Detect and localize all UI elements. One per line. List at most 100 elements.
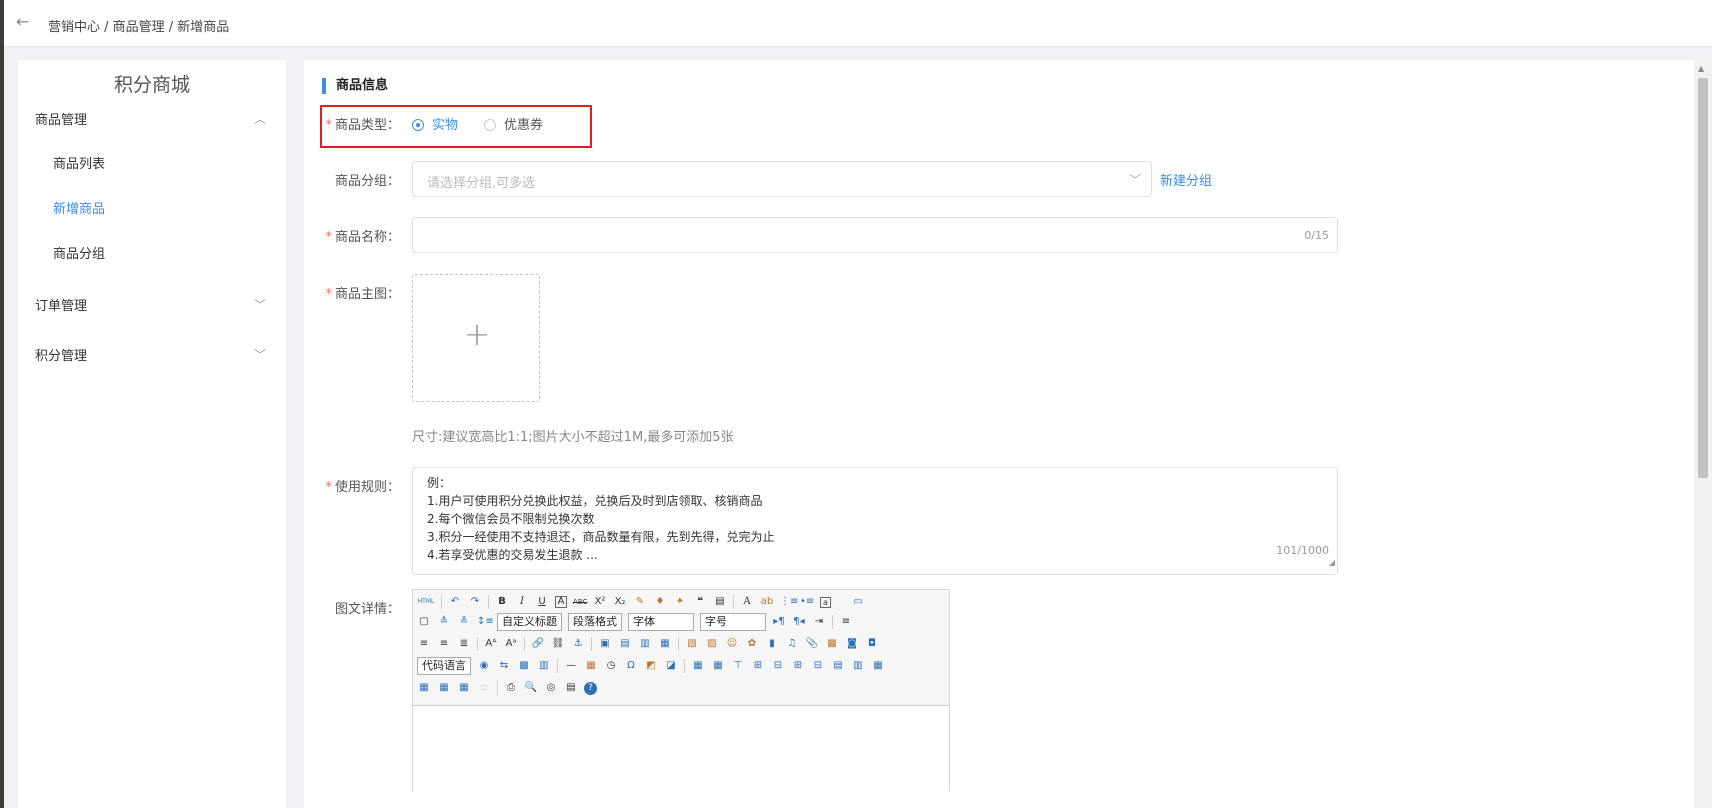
- unordered-list-icon[interactable]: •≡: [800, 595, 814, 609]
- insert-video-icon[interactable]: ▮: [765, 637, 779, 651]
- code-language-dropdown[interactable]: 代码语言: [417, 657, 471, 675]
- blockquote-icon[interactable]: ❝: [693, 595, 707, 609]
- bold-icon[interactable]: B: [495, 595, 509, 609]
- font-family-dropdown[interactable]: 字体: [628, 613, 694, 631]
- sidebar-group-order[interactable]: 订单管理: [35, 295, 87, 314]
- help-icon[interactable]: ?: [584, 681, 597, 695]
- sidebar-item-product-list[interactable]: 商品列表: [53, 153, 105, 172]
- draft-icon[interactable]: ▤: [564, 681, 578, 695]
- gmap-icon[interactable]: ◙: [845, 637, 859, 651]
- paragraph-format-dropdown[interactable]: 段落格式: [568, 613, 622, 631]
- select-all-icon[interactable]: a: [820, 596, 831, 608]
- preview-icon[interactable]: 🔍: [524, 681, 538, 695]
- anchor-icon[interactable]: ⚓: [571, 637, 585, 651]
- wordimage-icon[interactable]: ◩: [644, 659, 658, 673]
- simple-upload-icon[interactable]: ▧: [685, 637, 699, 651]
- insert-frame-icon[interactable]: ◘: [865, 637, 879, 651]
- date-icon[interactable]: ▦: [584, 659, 598, 673]
- rtl-icon[interactable]: ¶◂: [792, 615, 806, 629]
- time-icon[interactable]: ◷: [604, 659, 618, 673]
- sidebar-group-points[interactable]: 积分管理: [35, 345, 87, 364]
- unlink-icon[interactable]: ⛓: [551, 637, 565, 651]
- fullscreen-icon[interactable]: ▭: [851, 595, 865, 609]
- superscript-icon[interactable]: X²: [593, 595, 607, 609]
- split-cols-icon[interactable]: ▦: [457, 681, 471, 695]
- scrawl-icon[interactable]: ✿: [745, 637, 759, 651]
- align-justify-icon[interactable]: ≣: [457, 637, 471, 651]
- horizontal-rule-icon[interactable]: —: [564, 659, 578, 673]
- to-uppercase-icon[interactable]: Aᴬ: [484, 637, 498, 651]
- redo-icon[interactable]: ↷: [468, 595, 482, 609]
- ltr-icon[interactable]: ▸¶: [772, 615, 786, 629]
- insert-row-icon[interactable]: ⊞: [751, 659, 765, 673]
- eraser-icon[interactable]: ✎: [633, 595, 647, 609]
- scrollbar-thumb[interactable]: [1698, 78, 1708, 478]
- highlight-color-icon[interactable]: ab: [760, 595, 774, 609]
- attachment-icon[interactable]: 📎: [805, 637, 819, 651]
- new-group-link[interactable]: 新建分组: [1160, 170, 1212, 189]
- image-upload[interactable]: +: [412, 274, 540, 402]
- search-replace-icon[interactable]: ◪: [664, 659, 678, 673]
- image-float-none-icon[interactable]: ▣: [598, 637, 612, 651]
- link-icon[interactable]: 🔗: [531, 637, 545, 651]
- align-center-icon[interactable]: ≡: [417, 637, 431, 651]
- align-left-icon[interactable]: ≡: [839, 615, 853, 629]
- print-icon[interactable]: ⎙: [504, 681, 518, 695]
- undo-icon[interactable]: ↶: [448, 595, 462, 609]
- split-cells-icon[interactable]: ▦: [417, 681, 431, 695]
- group-select[interactable]: 请选择分组,可多选 ﹀: [412, 161, 1152, 197]
- ordered-list-icon[interactable]: ⋮≡: [780, 595, 798, 609]
- insert-image-icon[interactable]: ▨: [705, 637, 719, 651]
- sidebar-item-product-group[interactable]: 商品分组: [53, 243, 105, 262]
- delete-col-icon[interactable]: ⊟: [811, 659, 825, 673]
- merge-cells-icon[interactable]: ▤: [831, 659, 845, 673]
- scroll-up-icon[interactable]: ▲: [1698, 64, 1704, 73]
- auto-format-icon[interactable]: ✦: [673, 595, 687, 609]
- format-brush-icon[interactable]: ♦: [653, 595, 667, 609]
- indent-icon[interactable]: ⇥: [812, 615, 826, 629]
- paste-plain-icon[interactable]: ▤: [713, 595, 727, 609]
- strikethrough-icon[interactable]: ABC: [573, 595, 587, 609]
- underline-icon[interactable]: U: [535, 595, 549, 609]
- sidebar-group-product[interactable]: 商品管理: [35, 109, 87, 128]
- line-height-icon[interactable]: ↕≡: [477, 615, 494, 629]
- resize-handle-icon[interactable]: ◢: [1329, 554, 1335, 572]
- row-spacing-top-icon[interactable]: ≛: [437, 615, 451, 629]
- sidebar-item-new-product[interactable]: 新增商品: [53, 198, 105, 217]
- word-image-icon[interactable]: ▥: [537, 659, 551, 673]
- pagebreak-icon[interactable]: ◉: [477, 659, 491, 673]
- find-icon[interactable]: ◎: [544, 681, 558, 695]
- music-icon[interactable]: ♫: [785, 637, 799, 651]
- radio-physical[interactable]: 实物: [412, 114, 458, 133]
- custom-title-dropdown[interactable]: 自定义标题: [497, 613, 562, 631]
- rules-textarea[interactable]: 例： 1.用户可使用积分兑换此权益，兑换后及时到店领取、核销商品 2.每个微信会…: [412, 467, 1338, 575]
- image-center-icon[interactable]: ▦: [658, 637, 672, 651]
- insert-paragraph-before-table-icon[interactable]: ⊤: [731, 659, 745, 673]
- to-lowercase-icon[interactable]: Aᵃ: [504, 637, 518, 651]
- delete-row-icon[interactable]: ⊟: [771, 659, 785, 673]
- font-size-dropdown[interactable]: 字号: [700, 613, 766, 631]
- insert-table-icon[interactable]: ▦: [691, 659, 705, 673]
- border-text-icon[interactable]: A: [555, 596, 567, 608]
- special-chars-icon[interactable]: Ω: [624, 659, 638, 673]
- emotion-icon[interactable]: ☺: [725, 637, 739, 651]
- delete-table-icon[interactable]: ▦: [711, 659, 725, 673]
- name-input[interactable]: 0/15: [412, 217, 1338, 253]
- split-rows-icon[interactable]: ▦: [437, 681, 451, 695]
- image-float-right-icon[interactable]: ▥: [638, 637, 652, 651]
- rich-text-editor[interactable]: HTML ↶ ↷ B I U A ABC X² X₂ ✎ ♦ ✦ ❝ ▤ A a…: [412, 589, 950, 792]
- template-icon[interactable]: ⇆: [497, 659, 511, 673]
- merge-down-icon[interactable]: ▦: [871, 659, 885, 673]
- html-source-icon[interactable]: HTML: [417, 595, 435, 609]
- chevron-up-icon[interactable]: ︿: [254, 110, 266, 127]
- subscript-icon[interactable]: X₂: [613, 595, 627, 609]
- font-color-icon[interactable]: A: [740, 595, 754, 609]
- row-spacing-bottom-icon[interactable]: ≚: [457, 615, 471, 629]
- merge-right-icon[interactable]: ▥: [851, 659, 865, 673]
- chevron-down-icon[interactable]: ﹀: [254, 346, 266, 363]
- chevron-down-icon[interactable]: ﹀: [254, 296, 266, 313]
- clear-doc-icon[interactable]: ▢: [417, 615, 431, 629]
- editor-content-area[interactable]: [413, 706, 949, 792]
- radio-coupon[interactable]: 优惠券: [484, 114, 543, 133]
- back-arrow-icon[interactable]: ←: [16, 13, 29, 31]
